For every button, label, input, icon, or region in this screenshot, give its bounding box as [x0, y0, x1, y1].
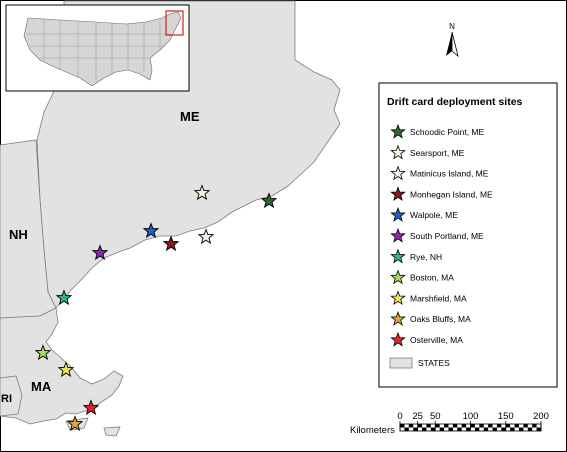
scale-bar-segment: [422, 427, 427, 431]
scale-bar-segment: [430, 427, 436, 431]
legend-label-rye-nh: Rye, NH: [410, 252, 442, 262]
scale-bar-segment: [457, 427, 462, 431]
scale-bar-segment: [426, 424, 431, 428]
scale-bar-segment: [435, 424, 440, 428]
scale-bar-tick-label: 0: [397, 411, 402, 422]
scale-bar-tick-label: 100: [463, 411, 479, 422]
map-figure: ME NH MA RI N Drift card deployment site…: [0, 0, 567, 452]
scale-bar-tick-label: 50: [430, 411, 441, 422]
scale-bar-segment: [510, 427, 515, 431]
scale-bar-unit-label: Kilometers: [350, 425, 395, 436]
label-massachusetts: MA: [31, 379, 52, 394]
scale-bar-segment: [400, 424, 405, 428]
legend-label-monhegan-island-me: Monhegan Island, ME: [410, 189, 493, 199]
scale-bar-segment: [417, 424, 423, 428]
scale-bar-segment: [532, 424, 537, 428]
scale-bar-segment: [470, 424, 475, 428]
scale-bar-segment: [408, 424, 414, 428]
label-rhode-island: RI: [1, 393, 12, 405]
legend-states-label: STATES: [418, 358, 450, 368]
legend-states-swatch: [389, 357, 413, 369]
legend-label-osterville-ma: Osterville, MA: [410, 335, 463, 345]
legend-label-boston-ma: Boston, MA: [410, 273, 454, 283]
scale-bar-segment: [536, 427, 541, 431]
legend-label-searsport-me: Searsport, ME: [410, 148, 465, 158]
legend-label-marshfield-ma: Marshfield, MA: [410, 293, 467, 303]
scale-bar-segment: [413, 427, 418, 431]
scale-bar-segment: [527, 427, 533, 431]
scale-bar-segment: [474, 427, 480, 431]
scale-bar-segment: [488, 424, 493, 428]
scale-bar-segment: [483, 427, 489, 431]
scale-bar-tick-label: 25: [412, 411, 423, 422]
scale-bar-segment: [479, 424, 484, 428]
scale-bar-segment: [505, 424, 511, 428]
legend-label-south-portland-me: South Portland, ME: [410, 231, 484, 241]
scale-bar-segment: [501, 427, 506, 431]
legend-label-schoodic-point-me: Schoodic Point, ME: [410, 127, 485, 137]
scale-bar-segment: [492, 427, 497, 431]
legend-label-matinicus-island-me: Matinicus Island, ME: [410, 169, 489, 179]
legend-title: Drift card deployment sites: [387, 96, 523, 108]
scale-bar-segment: [444, 424, 449, 428]
us-inset-map: [5, 4, 190, 92]
scale-bar-segment: [448, 427, 453, 431]
scale-bar-segment: [518, 427, 524, 431]
north-arrow-label: N: [449, 22, 455, 31]
scale-bar-segment: [461, 424, 467, 428]
scale-bar-segment: [404, 427, 409, 431]
scale-bar-tick-label: 200: [533, 411, 549, 422]
scale-bar-segment: [514, 424, 519, 428]
scale-bar-segment: [466, 427, 471, 431]
legend-label-oaks-bluffs-ma: Oaks Bluffs, MA: [410, 314, 471, 324]
label-new-hampshire: NH: [9, 227, 28, 242]
scale-bar-segment: [496, 424, 502, 428]
legend-label-walpole-me: Walpole, ME: [410, 210, 458, 220]
label-maine: ME: [180, 109, 200, 124]
scale-bar-segment: [452, 424, 458, 428]
legend: Drift card deployment sites Schoodic Poi…: [378, 82, 558, 388]
scale-bar-segment: [439, 427, 445, 431]
scale-bar-tick-label: 150: [498, 411, 514, 422]
scale-bar-segment: [523, 424, 528, 428]
